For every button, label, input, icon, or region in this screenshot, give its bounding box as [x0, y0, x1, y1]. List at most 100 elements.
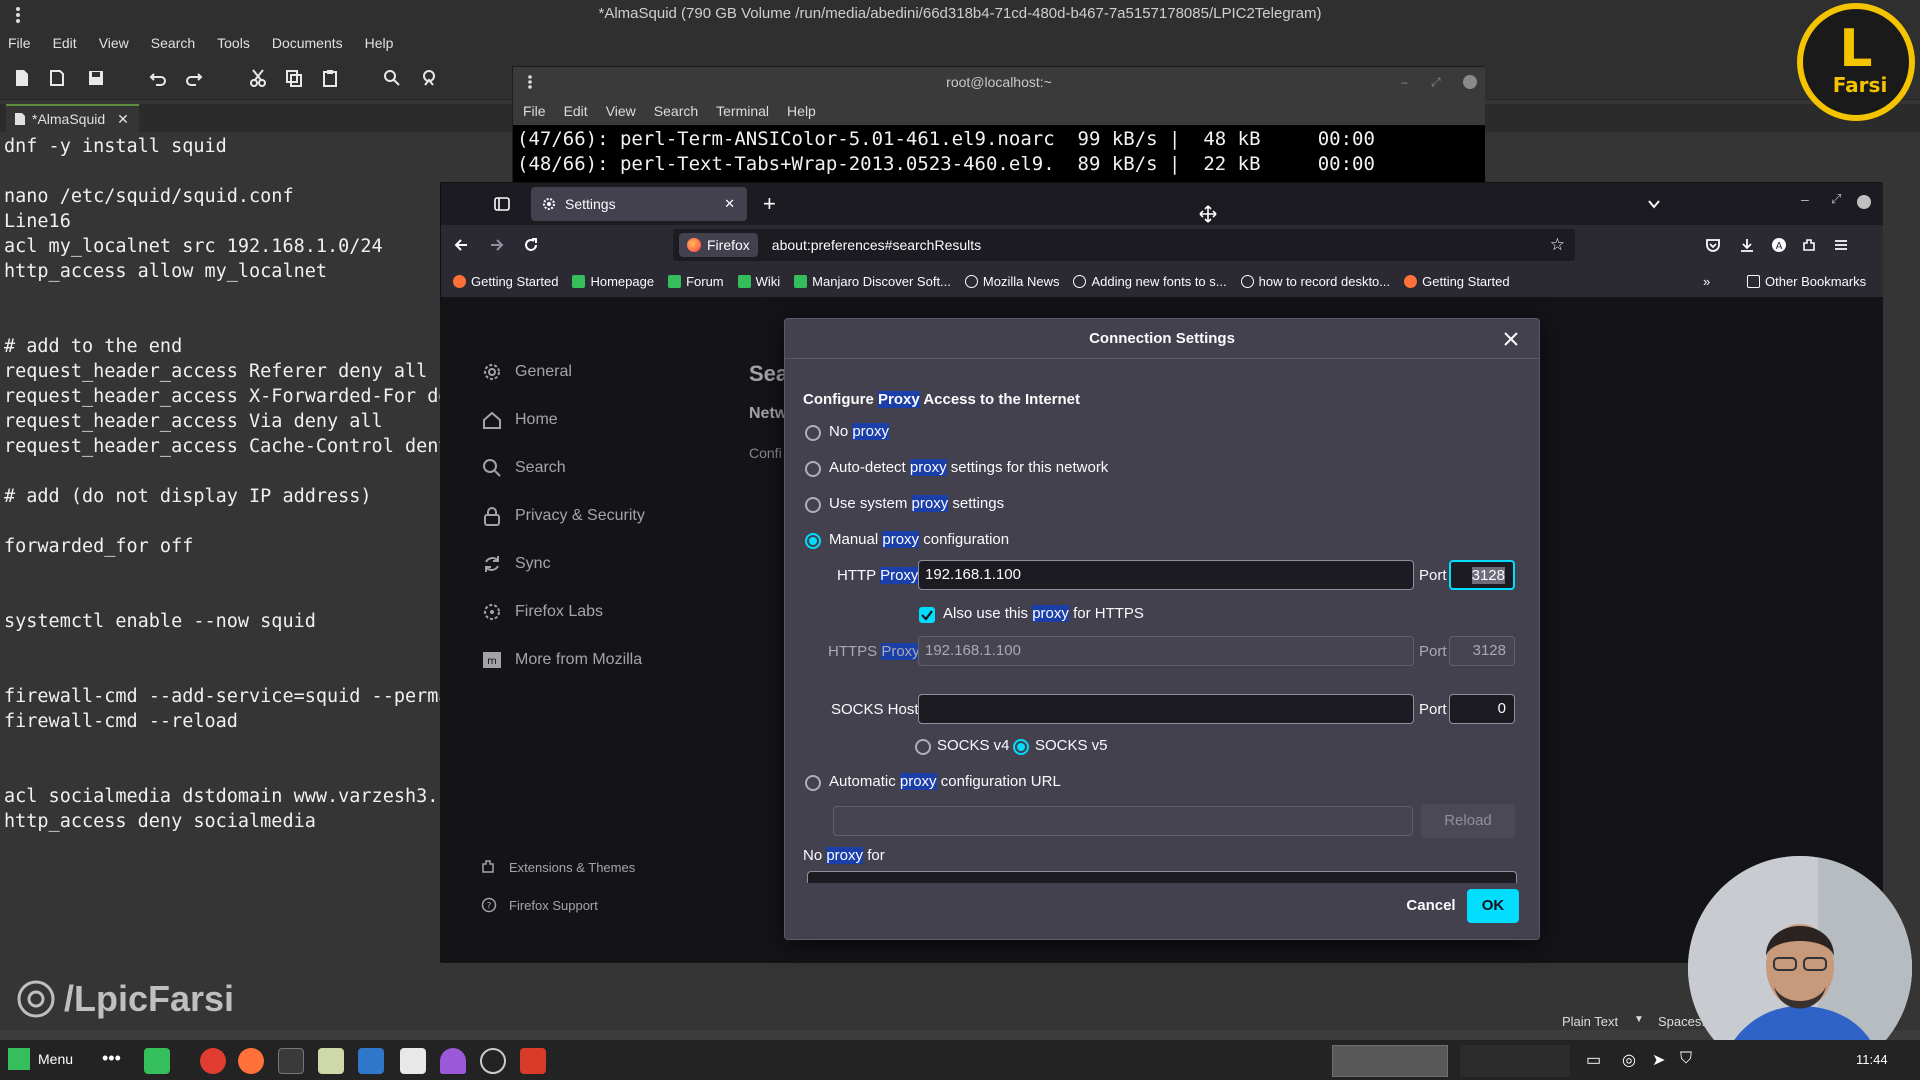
- obsidian-icon[interactable]: [440, 1048, 466, 1074]
- close-icon[interactable]: [1501, 329, 1521, 349]
- sidebar-toggle-icon[interactable]: [493, 195, 511, 213]
- menu-search[interactable]: Search: [151, 35, 195, 51]
- screen-icon[interactable]: ▭: [1586, 1050, 1601, 1070]
- radio-auto-config-url-label[interactable]: Automatic proxy configuration URL: [829, 773, 1061, 790]
- forward-arrow-icon[interactable]: [489, 237, 505, 253]
- radio-auto-detect[interactable]: [805, 461, 821, 477]
- files-icon[interactable]: [318, 1048, 344, 1074]
- network-icon[interactable]: ◎: [1622, 1050, 1636, 1070]
- menu-edit[interactable]: Edit: [564, 103, 588, 119]
- menu-view[interactable]: View: [606, 103, 636, 119]
- cut-icon[interactable]: [248, 68, 268, 88]
- clock-app-icon[interactable]: [480, 1048, 506, 1074]
- downloads-icon[interactable]: [1739, 237, 1755, 253]
- socks-v4-label[interactable]: SOCKS v4: [937, 737, 1010, 754]
- no-proxy-for-input[interactable]: [807, 871, 1517, 883]
- pocket-icon[interactable]: [1705, 237, 1721, 253]
- socks-v5-label[interactable]: SOCKS v5: [1035, 737, 1108, 754]
- reload-icon[interactable]: [523, 237, 539, 253]
- new-file-icon[interactable]: [12, 68, 32, 88]
- redo-icon[interactable]: [184, 68, 204, 88]
- bookmark-record-desktop[interactable]: how to record deskto...: [1240, 274, 1390, 289]
- account-icon[interactable]: A: [1771, 237, 1787, 253]
- more-bookmarks-chevron-icon[interactable]: »: [1703, 274, 1710, 289]
- bookmark-getting-started-2[interactable]: Getting Started: [1404, 274, 1510, 289]
- text-editor-taskbar-icon[interactable]: [400, 1048, 426, 1074]
- radio-system-proxy[interactable]: [805, 497, 821, 513]
- bookmark-star-icon[interactable]: ☆: [1550, 235, 1565, 255]
- app-grid-icon[interactable]: •••: [102, 1048, 121, 1069]
- terminal-taskbar-icon[interactable]: [278, 1048, 304, 1074]
- paste-icon[interactable]: [320, 68, 340, 88]
- radio-auto-config-url[interactable]: [805, 775, 821, 791]
- bookmark-adding-fonts[interactable]: Adding new fonts to s...: [1073, 274, 1227, 289]
- https-port-input[interactable]: 3128: [1449, 636, 1515, 666]
- bookmark-wiki[interactable]: Wiki: [737, 274, 780, 289]
- start-menu-button[interactable]: Menu: [8, 1048, 73, 1070]
- radio-socks-v4[interactable]: [915, 739, 931, 755]
- menu-help[interactable]: Help: [787, 103, 816, 119]
- radio-no-proxy[interactable]: [805, 425, 821, 441]
- chevron-down-icon[interactable]: [1647, 197, 1661, 211]
- auto-config-url-input[interactable]: [833, 806, 1413, 836]
- menu-search[interactable]: Search: [654, 103, 698, 119]
- menu-file[interactable]: File: [523, 103, 546, 119]
- editor-text-area[interactable]: dnf -y install squid nano /etc/squid/squ…: [4, 134, 444, 834]
- ok-button[interactable]: OK: [1467, 889, 1519, 923]
- minimize-button[interactable]: –: [1401, 67, 1408, 97]
- tab-close-icon[interactable]: ✕: [724, 196, 735, 212]
- radio-system-proxy-label[interactable]: Use system proxy settings: [829, 495, 1004, 512]
- shield-icon[interactable]: ⛉: [1680, 1050, 1692, 1068]
- editor-tab[interactable]: *AlmaSquid ✕: [6, 104, 139, 132]
- radio-manual-proxy[interactable]: [805, 533, 821, 549]
- other-bookmarks[interactable]: Other Bookmarks: [1747, 274, 1866, 289]
- also-use-https-label[interactable]: Also use this proxy for HTTPS: [943, 605, 1144, 622]
- radio-auto-detect-label[interactable]: Auto-detect proxy settings for this netw…: [829, 459, 1108, 476]
- recorder-icon[interactable]: [520, 1048, 546, 1074]
- menu-tools[interactable]: Tools: [217, 35, 250, 51]
- menu-edit[interactable]: Edit: [53, 35, 77, 51]
- back-arrow-icon[interactable]: [453, 237, 469, 253]
- bookmark-manjaro-discover[interactable]: Manjaro Discover Soft...: [794, 274, 951, 289]
- socks-host-input[interactable]: [918, 694, 1414, 724]
- http-port-input[interactable]: 3128: [1449, 560, 1515, 590]
- reload-button[interactable]: Reload: [1421, 804, 1515, 838]
- save-icon[interactable]: [86, 68, 106, 88]
- url-bar[interactable]: Firefox about:preferences#searchResults …: [673, 229, 1575, 261]
- undo-icon[interactable]: [148, 68, 168, 88]
- close-button[interactable]: [1857, 195, 1871, 209]
- language-selector[interactable]: Plain Text: [1562, 1014, 1618, 1029]
- http-proxy-input[interactable]: 192.168.1.100: [918, 560, 1414, 590]
- find-replace-icon[interactable]: [420, 68, 440, 88]
- menu-help[interactable]: Help: [365, 35, 394, 51]
- kebab-menu-icon[interactable]: [527, 74, 533, 90]
- identity-box[interactable]: Firefox: [679, 233, 758, 257]
- https-proxy-input[interactable]: 192.168.1.100: [918, 636, 1414, 666]
- menu-file[interactable]: File: [8, 35, 31, 51]
- cancel-button[interactable]: Cancel: [1391, 889, 1471, 923]
- tab-close-icon[interactable]: ✕: [117, 111, 129, 128]
- radio-manual-proxy-label[interactable]: Manual proxy configuration: [829, 531, 1009, 548]
- minimize-button[interactable]: –: [1801, 191, 1809, 207]
- telegram-icon[interactable]: ➤: [1652, 1050, 1665, 1070]
- vivaldi-icon[interactable]: [200, 1048, 226, 1074]
- bookmark-homepage[interactable]: Homepage: [572, 274, 654, 289]
- also-use-https-checkbox[interactable]: [919, 607, 935, 623]
- bookmark-getting-started[interactable]: Getting Started: [453, 274, 558, 289]
- bookmark-mozilla-news[interactable]: Mozilla News: [964, 274, 1059, 289]
- copy-icon[interactable]: [284, 68, 304, 88]
- socks-port-input[interactable]: 0: [1449, 694, 1515, 724]
- close-button[interactable]: [1463, 75, 1477, 89]
- bookmark-forum[interactable]: Forum: [668, 274, 724, 289]
- maximize-button[interactable]: ⤢: [1431, 67, 1441, 97]
- maximize-button[interactable]: ⤢: [1831, 191, 1841, 207]
- menu-terminal[interactable]: Terminal: [716, 103, 769, 119]
- radio-no-proxy-label[interactable]: No proxy: [829, 423, 890, 440]
- search-icon[interactable]: [382, 68, 402, 88]
- open-file-icon[interactable]: [48, 68, 68, 88]
- menu-view[interactable]: View: [99, 35, 129, 51]
- taskbar-window-list[interactable]: [1460, 1045, 1570, 1077]
- firefox-taskbar-icon[interactable]: [238, 1048, 264, 1074]
- hamburger-menu-icon[interactable]: [1833, 237, 1849, 253]
- workspace-switcher[interactable]: [1332, 1045, 1448, 1077]
